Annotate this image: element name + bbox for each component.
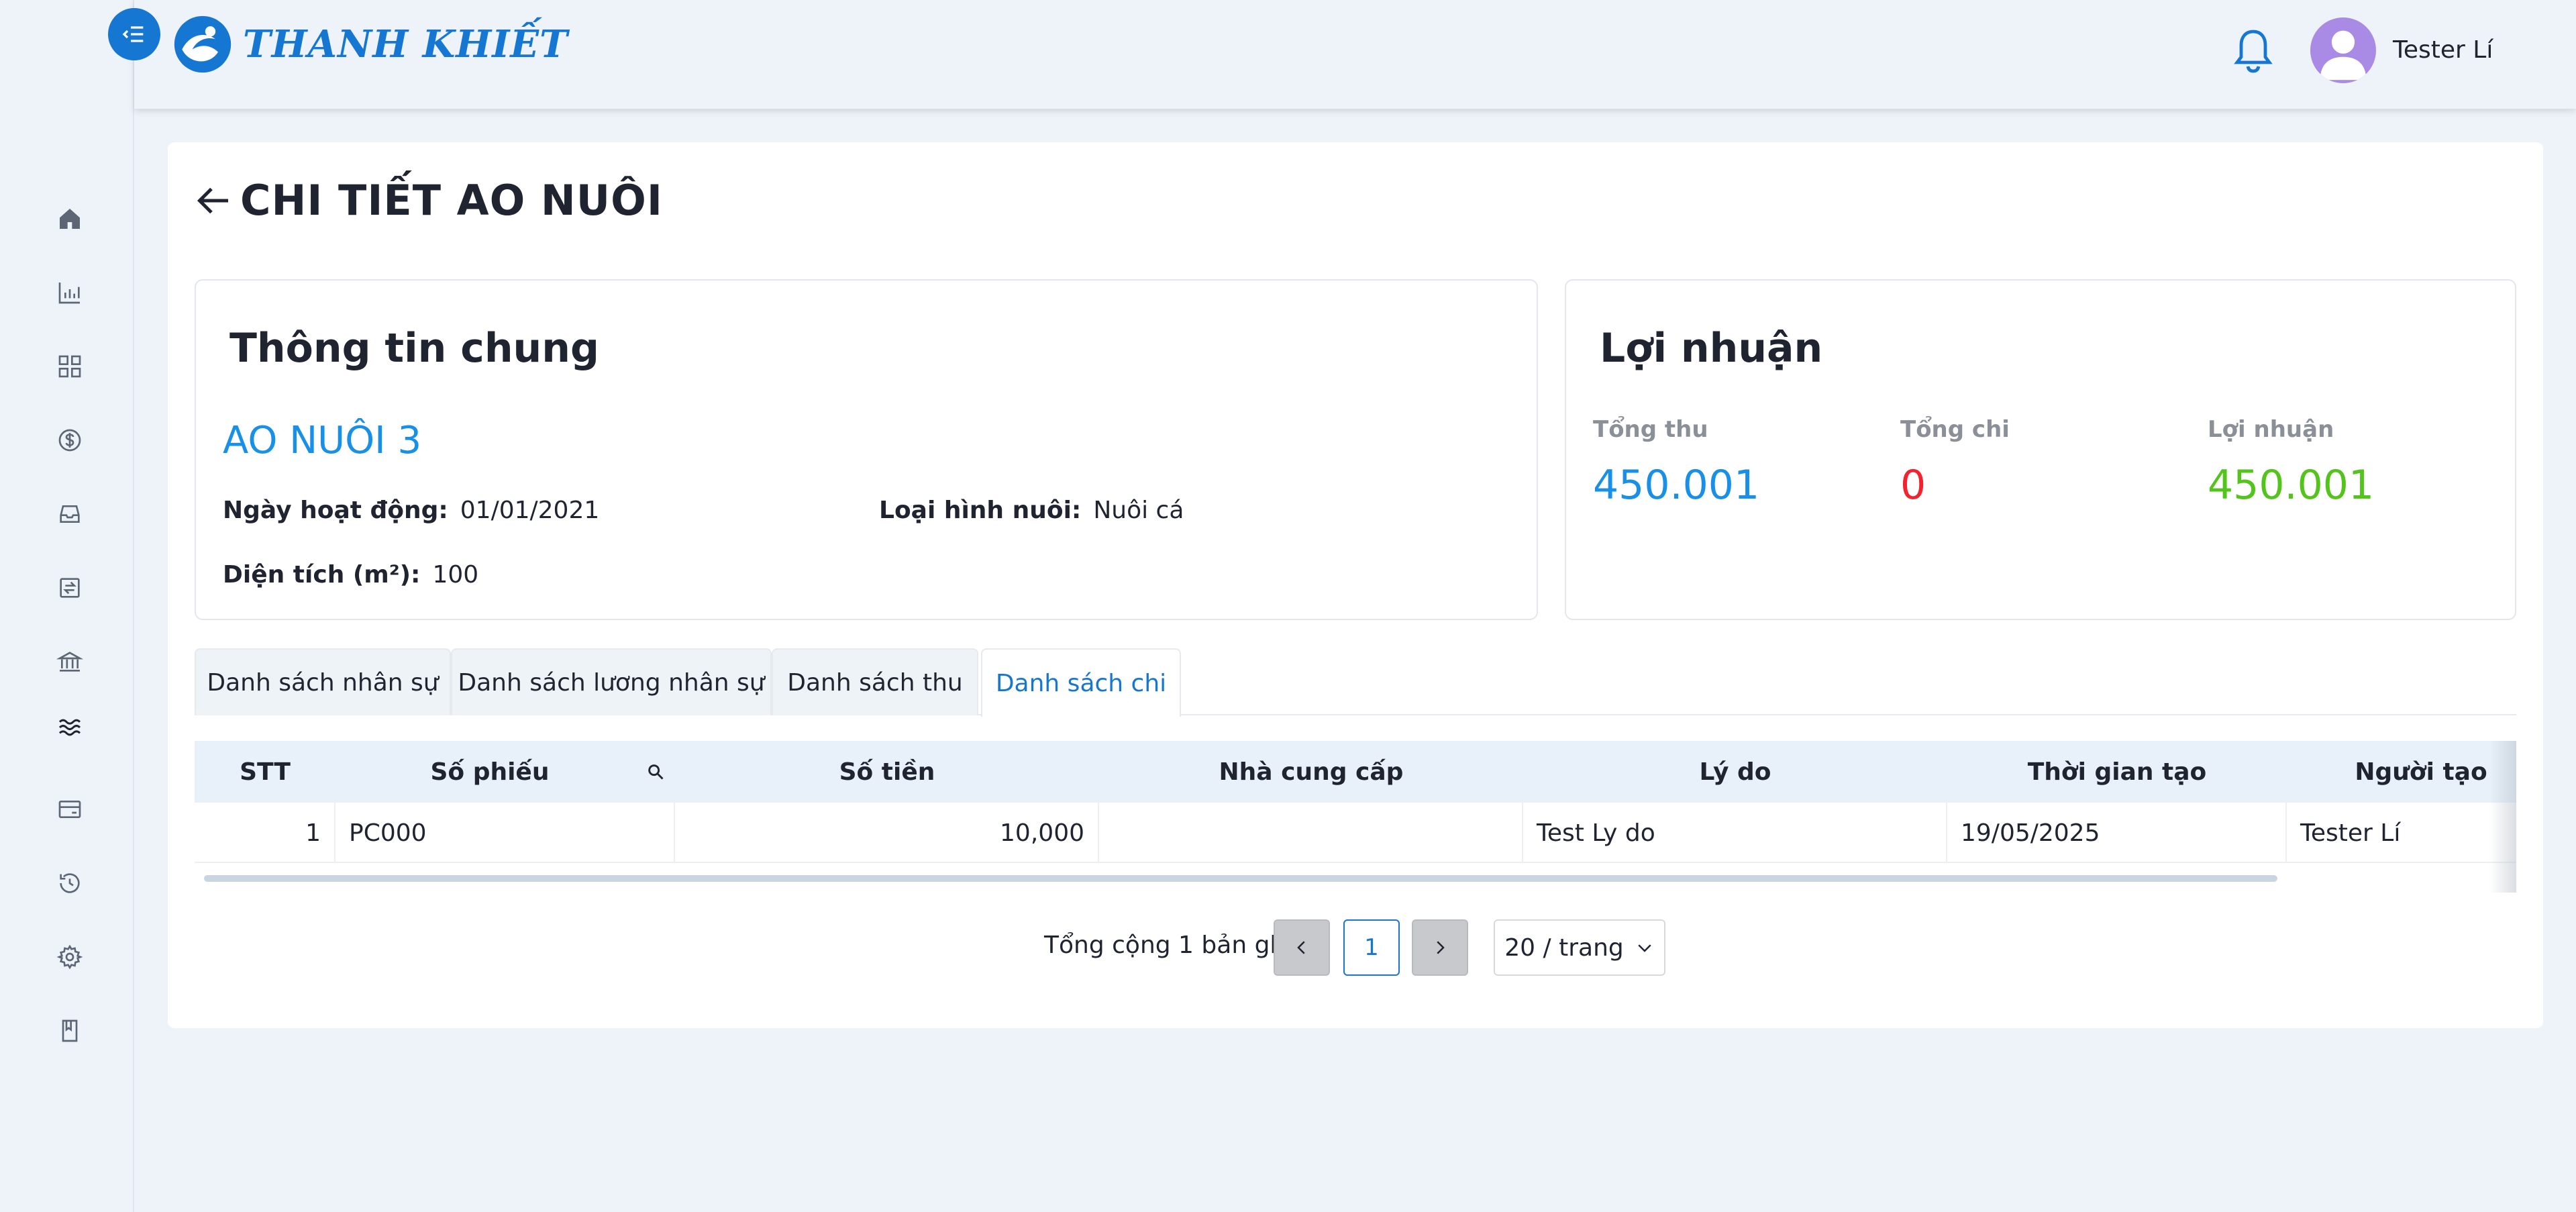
cell-created: 19/05/2025	[1947, 803, 2287, 863]
dollar-icon[interactable]	[54, 424, 86, 456]
general-info-card: Thông tin chung AO NUÔI 3 Ngày hoạt động…	[195, 279, 1538, 620]
revenue-stat: Tổng thu 450.001	[1593, 416, 1759, 509]
chevron-left-icon	[1297, 941, 1305, 954]
chevron-down-icon	[1638, 944, 1651, 952]
expense-table: STT Số phiếu Số tiền Nhà cung cấp Lý do …	[195, 741, 2516, 893]
page-size-value: 20 / trang	[1504, 933, 1624, 962]
cell-stt: 1	[195, 803, 336, 863]
detail-tabs: Danh sách nhân sự Danh sách lương nhân s…	[195, 648, 2516, 717]
area-field: Diện tích (m²): 100	[223, 561, 478, 589]
horizontal-scrollbar[interactable]	[204, 875, 2277, 882]
next-page-button[interactable]	[1412, 919, 1468, 976]
cell-code: PC000	[336, 803, 675, 863]
page-size-select[interactable]: 20 / trang	[1494, 919, 1665, 976]
cell-amount: 10,000	[675, 803, 1099, 863]
back-arrow-icon[interactable]	[195, 181, 235, 221]
history-icon[interactable]	[54, 867, 86, 899]
farming-type-value: Nuôi cá	[1093, 497, 1184, 524]
profit-value: 450.001	[2208, 462, 2375, 509]
table-header: STT Số phiếu Số tiền Nhà cung cấp Lý do …	[195, 741, 2516, 803]
transfer-icon[interactable]	[54, 572, 86, 604]
menu-fold-icon	[122, 26, 144, 42]
col-created: Thời gian tạo	[2027, 758, 2207, 786]
page-title: CHI TIẾT AO NUÔI	[240, 176, 663, 225]
tab-income-list[interactable]: Danh sách thu	[772, 648, 978, 715]
start-date-value: 01/01/2021	[460, 497, 600, 524]
table-row[interactable]: 1 PC000 10,000 Test Ly do 19/05/2025 Tes…	[195, 803, 2516, 863]
area-label: Diện tích (m²):	[223, 561, 421, 589]
profit-card: Lợi nhuận Tổng thu 450.001 Tổng chi 0 Lợ…	[1565, 279, 2516, 620]
cell-supplier	[1099, 803, 1523, 863]
expense-stat: Tổng chi 0	[1900, 416, 2010, 509]
cell-reason: Test Ly do	[1523, 803, 1947, 863]
inbox-icon[interactable]	[54, 498, 86, 530]
grid-icon[interactable]	[54, 350, 86, 383]
general-info-title: Thông tin chung	[229, 325, 599, 372]
start-date-label: Ngày hoạt động:	[223, 497, 448, 524]
book-icon[interactable]	[54, 1015, 86, 1047]
profit-stat: Lợi nhuận 450.001	[2208, 416, 2374, 509]
notification-bell-icon[interactable]	[2232, 26, 2275, 75]
expense-value: 0	[1900, 462, 1926, 509]
pagination: Tổng cộng 1 bản ghi 1 20 / trang	[168, 919, 2543, 976]
column-search-icon[interactable]	[644, 741, 667, 803]
user-name[interactable]: Tester Lí	[2393, 36, 2493, 64]
page-number-button[interactable]: 1	[1343, 919, 1400, 976]
prev-page-button[interactable]	[1274, 919, 1330, 976]
bank-icon[interactable]	[54, 646, 86, 678]
total-records: Tổng cộng 1 bản ghi	[1044, 931, 1292, 959]
col-creator: Người tạo	[2355, 758, 2487, 786]
wave-logo-icon	[174, 15, 231, 73]
farming-type-field: Loại hình nuôi: Nuôi cá	[879, 497, 1184, 524]
chart-icon[interactable]	[54, 276, 86, 309]
chevron-right-icon	[1437, 941, 1445, 954]
col-reason: Lý do	[1699, 758, 1771, 786]
tab-expense-list[interactable]: Danh sách chi	[981, 648, 1181, 717]
tab-staff-list[interactable]: Danh sách nhân sự	[195, 648, 451, 715]
user-icon	[2320, 30, 2367, 81]
col-stt: STT	[240, 758, 291, 786]
profit-label: Lợi nhuận	[2208, 416, 2334, 443]
col-code: Số phiếu	[430, 758, 550, 786]
cell-creator: Tester Lí	[2300, 819, 2401, 847]
gear-icon[interactable]	[54, 941, 86, 973]
expense-label: Tổng chi	[1900, 416, 2010, 443]
page-header: CHI TIẾT AO NUÔI	[195, 176, 663, 225]
card-icon[interactable]	[54, 793, 86, 825]
start-date-field: Ngày hoạt động: 01/01/2021	[223, 497, 599, 524]
col-supplier: Nhà cung cấp	[1219, 758, 1404, 786]
area-value: 100	[432, 561, 479, 589]
waves-icon[interactable]	[54, 711, 86, 744]
sidebar	[0, 0, 134, 1212]
tab-staff-salary[interactable]: Danh sách lương nhân sự	[451, 648, 772, 715]
revenue-value: 450.001	[1593, 462, 1760, 509]
home-icon[interactable]	[54, 203, 86, 235]
col-amount: Số tiền	[839, 758, 935, 786]
brand-logo[interactable]: THANH KHIẾT	[172, 13, 568, 75]
farming-type-label: Loại hình nuôi:	[879, 497, 1082, 524]
profit-title: Lợi nhuận	[1600, 325, 1823, 372]
brand-name: THANH KHIẾT	[243, 22, 568, 66]
menu-toggle-button[interactable]	[108, 8, 160, 60]
user-avatar[interactable]	[2310, 17, 2376, 83]
main-content: CHI TIẾT AO NUÔI Thông tin chung AO NUÔI…	[168, 142, 2543, 1028]
scroll-shadow	[2489, 741, 2516, 893]
pond-name: AO NUÔI 3	[223, 419, 422, 462]
revenue-label: Tổng thu	[1593, 416, 1708, 443]
